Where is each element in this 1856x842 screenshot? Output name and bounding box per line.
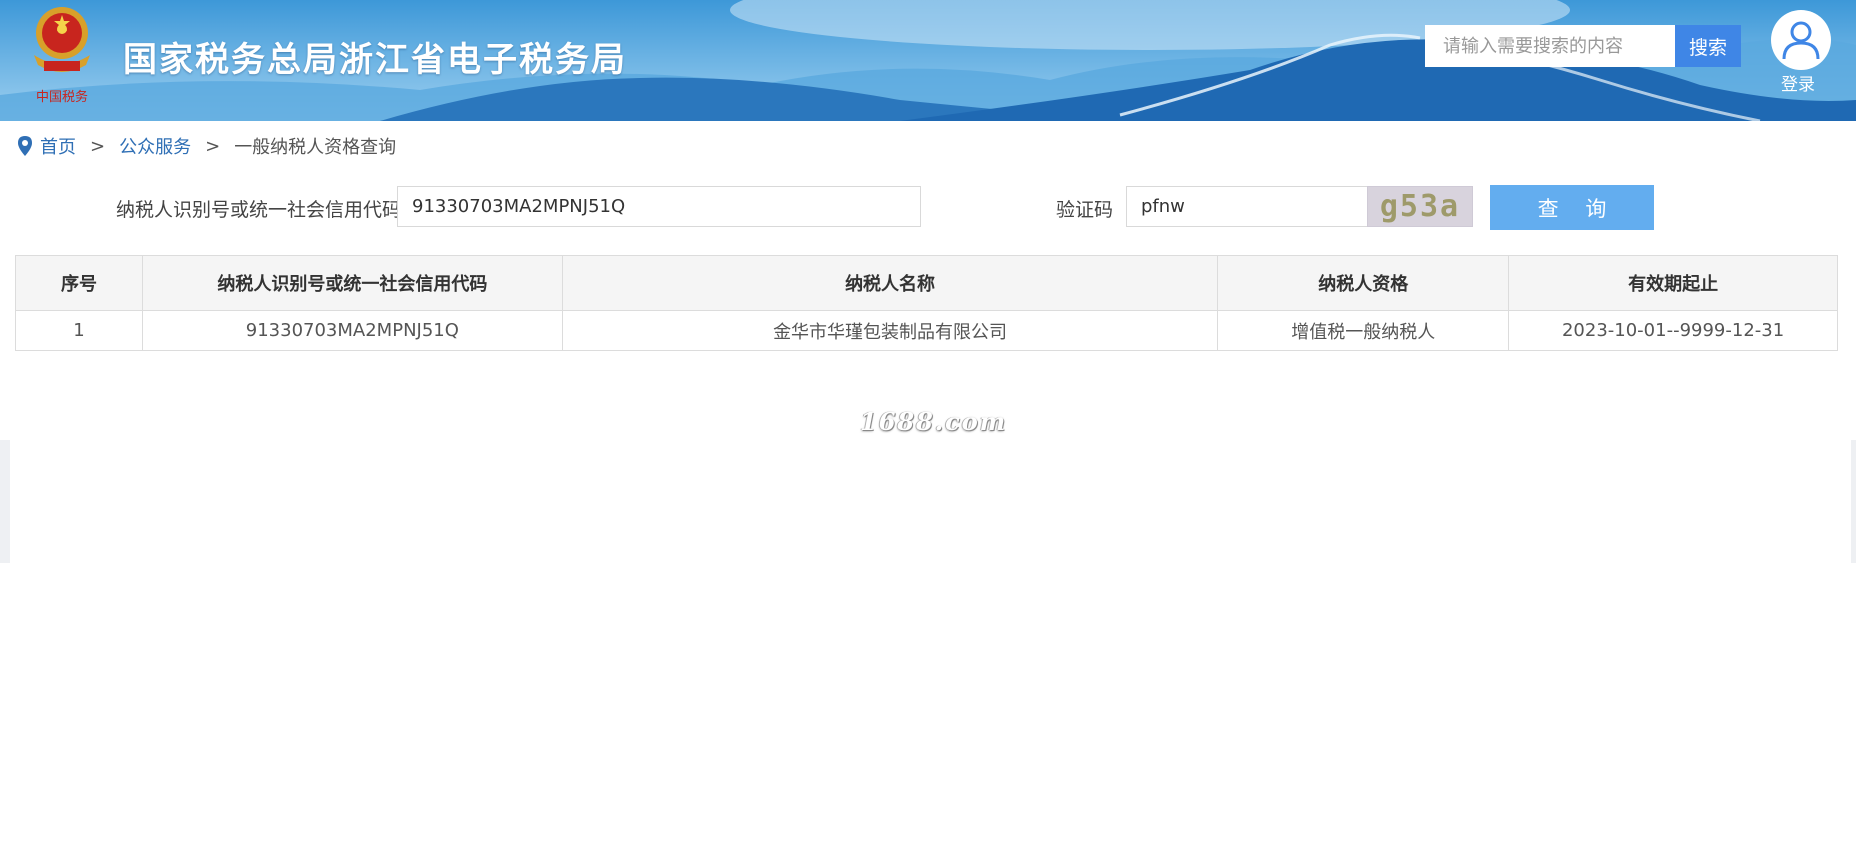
cell-qualification: 增值税一般纳税人 (1217, 310, 1510, 351)
search-input[interactable] (1425, 25, 1675, 67)
captcha-input[interactable]: pfnw (1126, 186, 1367, 227)
svg-text:中国税务: 中国税务 (36, 89, 88, 105)
column-header-validity-period: 有效期起止 (1508, 255, 1838, 311)
breadcrumb-separator: > (90, 135, 106, 157)
location-pin-icon (18, 136, 32, 156)
search-button[interactable]: 搜索 (1675, 25, 1741, 67)
login-avatar[interactable] (1771, 10, 1831, 70)
breadcrumb: 首页 > 公众服务 > 一般纳税人资格查询 (16, 134, 396, 158)
right-edge-strip (1851, 440, 1856, 563)
cell-taxpayer-name: 金华市华瑾包装制品有限公司 (561, 310, 1219, 351)
captcha-image[interactable]: g53a (1367, 186, 1473, 227)
tax-emblem-icon: 中国税务 (34, 7, 90, 105)
login-link[interactable]: 登录 (1781, 70, 1815, 95)
column-header-index: 序号 (15, 255, 143, 311)
cell-index: 1 (15, 310, 143, 351)
cell-validity-period: 2023-10-01--9999-12-31 (1508, 310, 1838, 351)
breadcrumb-separator: > (205, 135, 221, 157)
table-header-row: 序号 纳税人识别号或统一社会信用代码 纳税人名称 纳税人资格 有效期起止 (15, 255, 1838, 311)
user-icon (1782, 21, 1820, 60)
captcha-label: 验证码 (1056, 199, 1114, 221)
query-button[interactable]: 查 询 (1490, 185, 1654, 230)
table-row: 1 91330703MA2MPNJ51Q 金华市华瑾包装制品有限公司 增值税一般… (15, 310, 1838, 351)
left-edge-strip (0, 440, 10, 563)
result-table: 序号 纳税人识别号或统一社会信用代码 纳税人名称 纳税人资格 有效期起止 1 9… (15, 255, 1838, 351)
breadcrumb-public-services[interactable]: 公众服务 (119, 133, 191, 159)
breadcrumb-home[interactable]: 首页 (40, 133, 76, 159)
breadcrumb-current: 一般纳税人资格查询 (234, 137, 397, 158)
taxpayer-id-input[interactable]: 91330703MA2MPNJ51Q (397, 186, 921, 227)
column-header-qualification: 纳税人资格 (1217, 255, 1510, 311)
taxpayer-id-label: 纳税人识别号或统一社会信用代码 (116, 199, 402, 221)
column-header-taxpayer-name: 纳税人名称 (561, 255, 1219, 311)
site-title: 国家税务总局浙江省电子税务局 (123, 40, 627, 80)
watermark: 1688.com (860, 407, 1008, 436)
column-header-taxpayer-id: 纳税人识别号或统一社会信用代码 (141, 255, 563, 311)
cell-taxpayer-id: 91330703MA2MPNJ51Q (141, 310, 563, 351)
header-banner: 中国税务 国家税务总局浙江省电子税务局 搜索 登录 (0, 0, 1856, 121)
